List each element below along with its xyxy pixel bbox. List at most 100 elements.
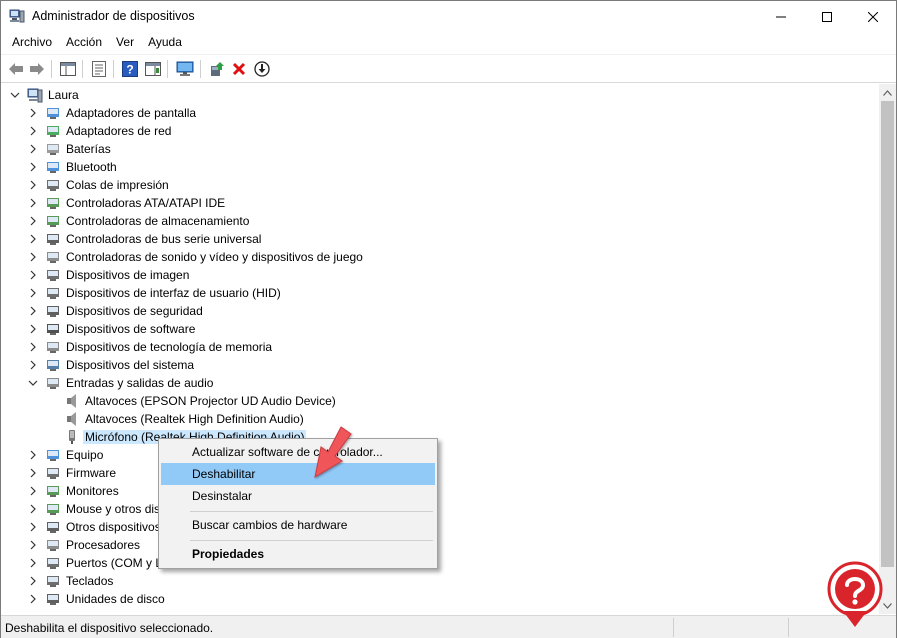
device-category-icon bbox=[47, 504, 59, 515]
properties-button[interactable] bbox=[89, 59, 109, 79]
tree-item[interactable]: Controladoras de bus serie universal bbox=[2, 230, 879, 248]
chevron-down-icon[interactable] bbox=[28, 378, 38, 388]
scan-hardware-button[interactable] bbox=[175, 59, 195, 79]
tree-item[interactable]: Baterías bbox=[2, 140, 879, 158]
tree-item-label: Otros dispositivos bbox=[66, 520, 161, 534]
chevron-right-icon[interactable] bbox=[28, 306, 38, 316]
back-button[interactable] bbox=[6, 59, 26, 79]
menu-archivo[interactable]: Archivo bbox=[5, 32, 59, 53]
device-category-icon bbox=[47, 126, 59, 137]
tree-child-label: Altavoces (Realtek High Definition Audio… bbox=[85, 412, 304, 426]
tree-item[interactable]: Controladoras de almacenamiento bbox=[2, 212, 879, 230]
tree-item-label: Controladoras de almacenamiento bbox=[66, 214, 250, 228]
tree-item[interactable]: Firmware bbox=[2, 464, 879, 482]
tree-item-label: Bluetooth bbox=[66, 160, 117, 174]
chevron-right-icon[interactable] bbox=[28, 558, 38, 568]
tree-item[interactable]: Unidades de disco bbox=[2, 590, 879, 608]
tree-item[interactable]: Dispositivos de imagen bbox=[2, 266, 879, 284]
tree-item[interactable]: Adaptadores de pantalla bbox=[2, 104, 879, 122]
close-button[interactable] bbox=[850, 1, 896, 32]
tree-item[interactable]: Controladoras de sonido y vídeo y dispos… bbox=[2, 248, 879, 266]
chevron-right-icon[interactable] bbox=[28, 252, 38, 262]
menu-ver[interactable]: Ver bbox=[109, 32, 141, 53]
tree-item[interactable]: Dispositivos de tecnología de memoria bbox=[2, 338, 879, 356]
tree-item[interactable]: Puertos (COM y L bbox=[2, 554, 879, 572]
disable-device-button[interactable] bbox=[252, 59, 272, 79]
tree-item[interactable]: Adaptadores de red bbox=[2, 122, 879, 140]
chevron-right-icon[interactable] bbox=[28, 144, 38, 154]
tree-item[interactable]: Monitores bbox=[2, 482, 879, 500]
tree-item[interactable]: Controladoras ATA/ATAPI IDE bbox=[2, 194, 879, 212]
tree-item-label: Entradas y salidas de audio bbox=[66, 376, 214, 390]
tree-item-label: Procesadores bbox=[66, 538, 141, 552]
scroll-up-button[interactable] bbox=[879, 84, 896, 101]
menu-scan-hardware[interactable]: Buscar cambios de hardware bbox=[161, 514, 435, 536]
menu-update-driver[interactable]: Actualizar software de controlador... bbox=[161, 441, 435, 463]
tree-item[interactable]: Equipo bbox=[2, 446, 879, 464]
minimize-button[interactable] bbox=[758, 1, 804, 32]
tree-item[interactable]: Bluetooth bbox=[2, 158, 879, 176]
device-category-icon bbox=[47, 144, 59, 155]
tree-item[interactable]: Procesadores bbox=[2, 536, 879, 554]
scroll-thumb[interactable] bbox=[881, 101, 894, 567]
chevron-right-icon[interactable] bbox=[28, 522, 38, 532]
chevron-right-icon[interactable] bbox=[28, 486, 38, 496]
tree-item[interactable]: Teclados bbox=[2, 572, 879, 590]
vertical-scrollbar[interactable] bbox=[879, 84, 896, 614]
tree-child-item[interactable]: Altavoces (Realtek High Definition Audio… bbox=[2, 410, 879, 428]
help-button[interactable]: ? bbox=[120, 59, 140, 79]
forward-button[interactable] bbox=[27, 59, 47, 79]
tree-item[interactable]: Dispositivos de software bbox=[2, 320, 879, 338]
chevron-right-icon[interactable] bbox=[28, 450, 38, 460]
maximize-button[interactable] bbox=[804, 1, 850, 32]
chevron-right-icon[interactable] bbox=[28, 180, 38, 190]
tree-item-label: Controladoras de bus serie universal bbox=[66, 232, 262, 246]
chevron-right-icon[interactable] bbox=[28, 234, 38, 244]
menu-ayuda[interactable]: Ayuda bbox=[141, 32, 189, 53]
menu-accion[interactable]: Acción bbox=[59, 32, 109, 53]
tree-item[interactable]: Mouse y otros dis bbox=[2, 500, 879, 518]
tree-item[interactable]: Entradas y salidas de audio bbox=[2, 374, 879, 392]
chevron-right-icon[interactable] bbox=[28, 594, 38, 604]
chevron-right-icon[interactable] bbox=[28, 162, 38, 172]
chevron-right-icon[interactable] bbox=[28, 540, 38, 550]
chevron-right-icon[interactable] bbox=[28, 324, 38, 334]
tree-item-label: Dispositivos de seguridad bbox=[66, 304, 203, 318]
chevron-right-icon[interactable] bbox=[28, 342, 38, 352]
tree-item-label: Monitores bbox=[66, 484, 119, 498]
tree-item-label: Teclados bbox=[66, 574, 114, 588]
update-driver-button[interactable] bbox=[207, 59, 227, 79]
tree-item-label: Dispositivos de software bbox=[66, 322, 196, 336]
computer-icon bbox=[27, 88, 43, 103]
tree-child-item[interactable]: Micrófono (Realtek High Definition Audio… bbox=[2, 428, 879, 446]
uninstall-device-button[interactable] bbox=[229, 59, 249, 79]
menu-disable-device[interactable]: Deshabilitar bbox=[161, 463, 435, 485]
chevron-right-icon[interactable] bbox=[28, 576, 38, 586]
device-category-icon bbox=[47, 234, 59, 245]
device-category-icon bbox=[47, 342, 59, 353]
chevron-right-icon[interactable] bbox=[28, 198, 38, 208]
show-hide-tree-button[interactable] bbox=[58, 59, 78, 79]
chevron-right-icon[interactable] bbox=[28, 468, 38, 478]
device-tree[interactable]: Laura Adaptadores de pantalla Adaptadores… bbox=[2, 84, 879, 614]
action-pane-button[interactable] bbox=[143, 59, 163, 79]
tree-root[interactable]: Laura bbox=[2, 86, 879, 104]
tree-item[interactable]: Otros dispositivos bbox=[2, 518, 879, 536]
tree-item[interactable]: Colas de impresión bbox=[2, 176, 879, 194]
tree-item[interactable]: Dispositivos del sistema bbox=[2, 356, 879, 374]
chevron-right-icon[interactable] bbox=[28, 126, 38, 136]
chevron-right-icon[interactable] bbox=[28, 216, 38, 226]
chevron-right-icon[interactable] bbox=[28, 270, 38, 280]
chevron-right-icon[interactable] bbox=[28, 108, 38, 118]
help-icon: ? bbox=[122, 61, 138, 77]
tree-child-item[interactable]: Altavoces (EPSON Projector UD Audio Devi… bbox=[2, 392, 879, 410]
tree-item-label: Dispositivos de interfaz de usuario (HID… bbox=[66, 286, 281, 300]
menu-properties[interactable]: Propiedades bbox=[161, 543, 435, 565]
chevron-right-icon[interactable] bbox=[28, 288, 38, 298]
tree-item[interactable]: Dispositivos de seguridad bbox=[2, 302, 879, 320]
tree-item[interactable]: Dispositivos de interfaz de usuario (HID… bbox=[2, 284, 879, 302]
chevron-right-icon[interactable] bbox=[28, 504, 38, 514]
menu-uninstall[interactable]: Desinstalar bbox=[161, 485, 435, 507]
chevron-down-icon[interactable] bbox=[10, 90, 20, 100]
chevron-right-icon[interactable] bbox=[28, 360, 38, 370]
